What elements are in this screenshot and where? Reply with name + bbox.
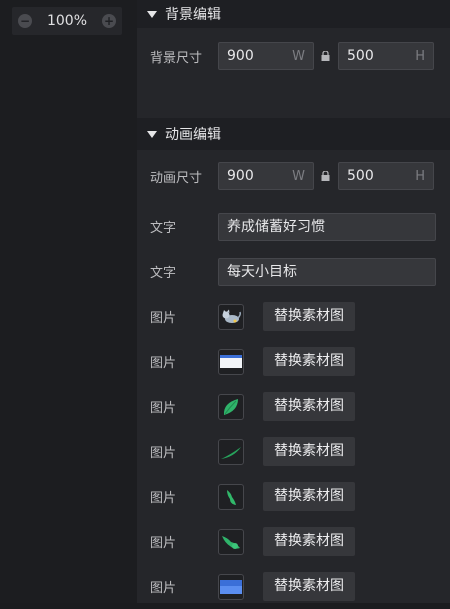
text-input-1[interactable]: 养成储蓄好习惯 bbox=[218, 212, 436, 241]
zoom-control: − 100% + bbox=[12, 7, 122, 35]
lock-icon[interactable] bbox=[321, 171, 330, 181]
replace-image-button-1[interactable]: 替换素材图 bbox=[263, 302, 355, 331]
background-width-input[interactable]: 900 W bbox=[218, 42, 314, 70]
image-row-6: 图片 替换素材图 bbox=[137, 519, 450, 564]
zoom-in-button[interactable]: + bbox=[102, 14, 116, 28]
collapse-triangle-icon bbox=[147, 130, 157, 138]
background-size-row: 背景尺寸 900 W 500 H bbox=[137, 28, 450, 84]
image-row-3: 图片 替换素材图 bbox=[137, 384, 450, 429]
bud-icon[interactable] bbox=[218, 483, 244, 510]
replace-image-button-2[interactable]: 替换素材图 bbox=[263, 347, 355, 376]
background-size-label: 背景尺寸 bbox=[150, 50, 203, 66]
image-row-1: 图片 替换素材图 bbox=[137, 294, 450, 339]
canvas-sidebar: − 100% + bbox=[0, 0, 137, 603]
text-row-2: 文字 每天小目标 bbox=[137, 249, 450, 294]
image-label: 图片 bbox=[150, 401, 177, 416]
image-label: 图片 bbox=[150, 311, 177, 326]
animation-section-header[interactable]: 动画编辑 bbox=[137, 118, 450, 150]
background-section-header[interactable]: 背景编辑 bbox=[137, 0, 450, 28]
replace-image-button-3[interactable]: 替换素材图 bbox=[263, 392, 355, 421]
cat-icon[interactable] bbox=[218, 303, 244, 330]
branch-icon[interactable] bbox=[218, 438, 244, 465]
animation-width-input[interactable]: 900 W bbox=[218, 162, 314, 190]
animation-size-label: 动画尺寸 bbox=[150, 170, 203, 186]
leaf-icon[interactable] bbox=[218, 393, 244, 420]
image-row-2: 图片 替换素材图 bbox=[137, 339, 450, 384]
text-row-1: 文字 养成储蓄好习惯 bbox=[137, 204, 450, 249]
replace-image-button-7[interactable]: 替换素材图 bbox=[263, 572, 355, 601]
water-icon[interactable] bbox=[218, 573, 244, 600]
animation-size-row: 动画尺寸 900 W 500 H bbox=[137, 159, 450, 193]
background-height-input[interactable]: 500 H bbox=[338, 42, 434, 70]
text-input-2[interactable]: 每天小目标 bbox=[218, 257, 436, 286]
animation-section-title: 动画编辑 bbox=[165, 127, 221, 143]
replace-image-button-6[interactable]: 替换素材图 bbox=[263, 527, 355, 556]
image-row-5: 图片 替换素材图 bbox=[137, 474, 450, 519]
lock-icon[interactable] bbox=[321, 51, 330, 61]
image-row-7: 图片 替换素材图 bbox=[137, 564, 450, 609]
image-label: 图片 bbox=[150, 356, 177, 371]
properties-panel: 背景编辑 背景尺寸 900 W 500 H 动画编辑 动画尺寸 900 W 50… bbox=[137, 0, 450, 603]
animation-height-input[interactable]: 500 H bbox=[338, 162, 434, 190]
text-label: 文字 bbox=[150, 266, 177, 281]
text-label: 文字 bbox=[150, 221, 177, 236]
vine-icon[interactable] bbox=[218, 528, 244, 555]
zoom-value: 100% bbox=[46, 13, 88, 29]
replace-image-button-4[interactable]: 替换素材图 bbox=[263, 437, 355, 466]
image-label: 图片 bbox=[150, 446, 177, 461]
image-label: 图片 bbox=[150, 491, 177, 506]
card-icon[interactable] bbox=[218, 348, 244, 375]
replace-image-button-5[interactable]: 替换素材图 bbox=[263, 482, 355, 511]
zoom-out-button[interactable]: − bbox=[18, 14, 32, 28]
background-section-title: 背景编辑 bbox=[165, 7, 221, 23]
image-label: 图片 bbox=[150, 581, 177, 596]
collapse-triangle-icon bbox=[147, 10, 157, 18]
image-row-4: 图片 替换素材图 bbox=[137, 429, 450, 474]
image-label: 图片 bbox=[150, 536, 177, 551]
